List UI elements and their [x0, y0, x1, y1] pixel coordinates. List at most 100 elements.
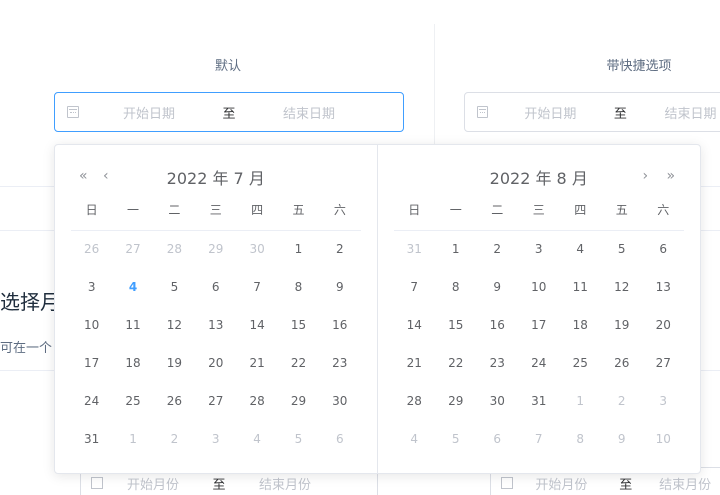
- date-range-input-shortcuts[interactable]: 开始日期 至 结束日期: [464, 92, 720, 132]
- calendar-day[interactable]: 23: [477, 348, 519, 386]
- calendar-day[interactable]: 9: [477, 272, 519, 310]
- calendar-day[interactable]: 4: [560, 234, 602, 272]
- calendar-day[interactable]: 19: [601, 310, 643, 348]
- calendar-day[interactable]: 19: [154, 348, 195, 386]
- calendar-day[interactable]: 1: [435, 234, 477, 272]
- calendar-day[interactable]: 7: [394, 272, 436, 310]
- calendar-day[interactable]: 29: [278, 386, 319, 424]
- weekday-label: 一: [127, 203, 140, 217]
- calendar-day[interactable]: 2: [154, 424, 195, 462]
- calendar-day[interactable]: 4: [394, 424, 436, 462]
- calendar-day[interactable]: 3: [518, 234, 560, 272]
- calendar-day[interactable]: 5: [601, 234, 643, 272]
- calendar-day[interactable]: 14: [236, 310, 277, 348]
- calendar-day[interactable]: 11: [112, 310, 153, 348]
- calendar-day[interactable]: 20: [195, 348, 236, 386]
- calendar-day[interactable]: 16: [319, 310, 360, 348]
- calendar-day[interactable]: 28: [236, 386, 277, 424]
- calendar-day[interactable]: 28: [394, 386, 436, 424]
- calendar-day[interactable]: 27: [195, 386, 236, 424]
- calendar-day[interactable]: 9: [601, 424, 643, 462]
- calendar-day[interactable]: 3: [643, 386, 685, 424]
- date-range-input-default[interactable]: 开始日期 至 结束日期: [54, 92, 404, 132]
- next-year-button[interactable]: »: [667, 167, 676, 185]
- calendar-day[interactable]: 16: [477, 310, 519, 348]
- calendar-day[interactable]: 14: [394, 310, 436, 348]
- calendar-day[interactable]: 13: [195, 310, 236, 348]
- calendar-day[interactable]: 12: [601, 272, 643, 310]
- calendar-day[interactable]: 5: [435, 424, 477, 462]
- end-month-input[interactable]: 结束月份: [641, 474, 720, 493]
- calendar-day[interactable]: 8: [560, 424, 602, 462]
- calendar-day[interactable]: 29: [435, 386, 477, 424]
- calendar-day[interactable]: 22: [435, 348, 477, 386]
- calendar-day[interactable]: 3: [195, 424, 236, 462]
- calendar-day[interactable]: 21: [394, 348, 436, 386]
- calendar-day[interactable]: 2: [319, 234, 360, 272]
- calendar-day[interactable]: 26: [154, 386, 195, 424]
- calendar-day[interactable]: 6: [195, 272, 236, 310]
- calendar-day[interactable]: 22: [278, 348, 319, 386]
- calendar-day[interactable]: 2: [601, 386, 643, 424]
- calendar-day[interactable]: 6: [643, 234, 685, 272]
- calendar-day[interactable]: 6: [319, 424, 360, 462]
- calendar-day[interactable]: 13: [643, 272, 685, 310]
- calendar-day[interactable]: 4: [112, 272, 153, 310]
- calendar-day[interactable]: 21: [236, 348, 277, 386]
- calendar-day[interactable]: 3: [71, 272, 112, 310]
- start-month-input[interactable]: 开始月份: [513, 474, 610, 493]
- calendar-day[interactable]: 29: [195, 234, 236, 272]
- calendar-day[interactable]: 27: [112, 234, 153, 272]
- weekday-label: 四: [251, 203, 264, 217]
- calendar-day[interactable]: 8: [278, 272, 319, 310]
- calendar-day[interactable]: 30: [236, 234, 277, 272]
- calendar-day[interactable]: 15: [435, 310, 477, 348]
- start-date-input[interactable]: 开始日期: [89, 103, 209, 122]
- calendar-panel-right: 2022 年 8 月 › » 日 一 二 三 四 五 六 31 1 2 3 4 5 6 7 8 9…: [378, 145, 701, 473]
- calendar-day[interactable]: 18: [560, 310, 602, 348]
- calendar-day[interactable]: 31: [518, 386, 560, 424]
- calendar-day[interactable]: 8: [435, 272, 477, 310]
- calendar-day[interactable]: 1: [278, 234, 319, 272]
- end-date-input[interactable]: 结束日期: [249, 103, 369, 122]
- calendar-day[interactable]: 6: [477, 424, 519, 462]
- calendar-day[interactable]: 30: [319, 386, 360, 424]
- calendar-day[interactable]: 24: [518, 348, 560, 386]
- end-month-input[interactable]: 结束月份: [235, 474, 335, 493]
- calendar-day[interactable]: 5: [278, 424, 319, 462]
- calendar-day[interactable]: 28: [154, 234, 195, 272]
- calendar-day[interactable]: 7: [518, 424, 560, 462]
- calendar-day[interactable]: 12: [154, 310, 195, 348]
- calendar-day[interactable]: 10: [643, 424, 685, 462]
- next-month-button[interactable]: ›: [643, 167, 649, 185]
- calendar-day[interactable]: 30: [477, 386, 519, 424]
- calendar-day[interactable]: 20: [643, 310, 685, 348]
- calendar-day[interactable]: 25: [560, 348, 602, 386]
- calendar-day[interactable]: 1: [560, 386, 602, 424]
- calendar-day[interactable]: 31: [71, 424, 112, 462]
- calendar-day[interactable]: 2: [477, 234, 519, 272]
- calendar-day[interactable]: 7: [236, 272, 277, 310]
- calendar-day[interactable]: 18: [112, 348, 153, 386]
- calendar-day[interactable]: 26: [71, 234, 112, 272]
- calendar-day[interactable]: 23: [319, 348, 360, 386]
- calendar-day[interactable]: 15: [278, 310, 319, 348]
- calendar-day[interactable]: 17: [71, 348, 112, 386]
- calendar-day[interactable]: 17: [518, 310, 560, 348]
- calendar-day[interactable]: 10: [71, 310, 112, 348]
- weekday-label: 日: [85, 203, 98, 217]
- calendar-day[interactable]: 24: [71, 386, 112, 424]
- calendar-day[interactable]: 4: [236, 424, 277, 462]
- start-month-input[interactable]: 开始月份: [103, 474, 203, 493]
- calendar-day[interactable]: 11: [560, 272, 602, 310]
- calendar-day[interactable]: 31: [394, 234, 436, 272]
- calendar-day[interactable]: 27: [643, 348, 685, 386]
- calendar-day[interactable]: 25: [112, 386, 153, 424]
- calendar-day[interactable]: 5: [154, 272, 195, 310]
- start-date-input[interactable]: 开始日期: [498, 103, 603, 122]
- calendar-day[interactable]: 26: [601, 348, 643, 386]
- calendar-day[interactable]: 10: [518, 272, 560, 310]
- calendar-day[interactable]: 1: [112, 424, 153, 462]
- calendar-day[interactable]: 9: [319, 272, 360, 310]
- end-date-input[interactable]: 结束日期: [638, 103, 720, 122]
